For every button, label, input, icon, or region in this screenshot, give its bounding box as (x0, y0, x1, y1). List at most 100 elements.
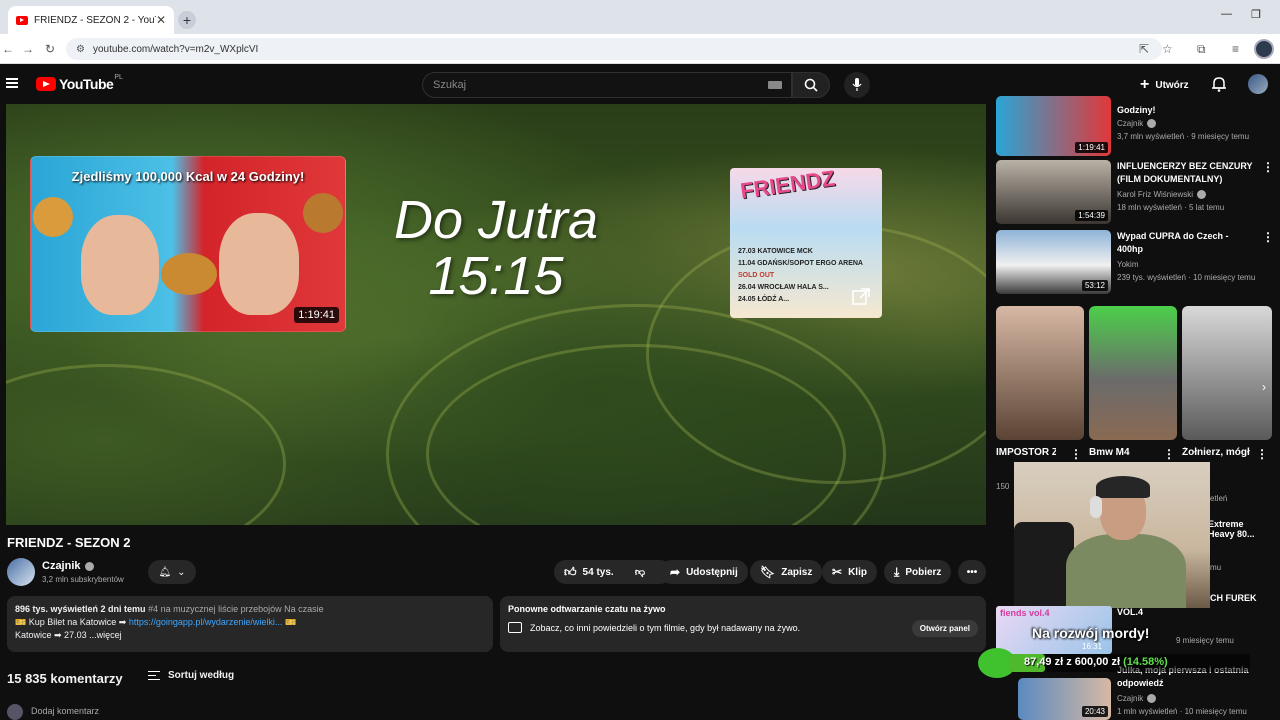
back-icon[interactable]: ← (2, 42, 14, 56)
burger-image (161, 253, 217, 295)
creator-face-image (219, 213, 299, 315)
chart-ranking[interactable]: #4 na muzycznej liście przebojów Na czas… (148, 604, 324, 614)
recommended-video[interactable]: 1:54:39 INFLUENCERZY BEZ CENZURY (FILM D… (996, 160, 1274, 224)
create-button[interactable]: + Utwórz (1140, 76, 1189, 94)
recommended-video[interactable]: 53:12 Wypad CUPRA do Czech - 400hp Yokim… (996, 230, 1274, 294)
countdown-line-1: Do Jutra (393, 190, 599, 250)
ticket-link[interactable]: https://goingapp.pl/wydarzenie/wielki... (129, 617, 283, 627)
more-vertical-icon[interactable]: ⋮ (1163, 447, 1175, 461)
url-field[interactable]: ⚙ youtube.com/watch?v=m2v_WXplcVI (66, 38, 1162, 60)
more-vertical-icon[interactable]: ⋮ (1070, 447, 1082, 461)
video-title: FRIENDZ - SEZON 2 (7, 535, 131, 550)
forward-icon[interactable]: → (22, 42, 34, 56)
voice-search-button[interactable] (844, 72, 870, 98)
youtube-logo[interactable]: YouTube PL (36, 73, 123, 92)
video-title: INFLUENCERZY BEZ CENZURY (FILM DOKUMENTA… (1117, 161, 1253, 184)
dislike-button[interactable]: 👎︎ (624, 560, 656, 584)
video-meta: 1 mln wyświetleń · 10 miesięcy temu (1117, 707, 1247, 716)
reading-list-icon[interactable]: ≡ (1232, 42, 1239, 56)
replay-text: Zobacz, co inni powiedzieli o tym filmie… (530, 622, 801, 633)
more-actions-button[interactable]: ••• (958, 560, 986, 584)
account-avatar[interactable] (1248, 74, 1268, 94)
download-button[interactable]: ⤓ Pobierz (884, 560, 952, 584)
plus-icon: + (1140, 76, 1150, 93)
restore-icon[interactable]: ❐ (1251, 8, 1261, 21)
poster-heading: FRIENDZ (738, 168, 837, 204)
channel-name-text: Czajnik (42, 560, 81, 572)
bookmark-star-icon[interactable]: ☆ (1162, 42, 1173, 56)
share-icon: ➦ (670, 565, 681, 579)
video-thumbnail: 1:54:39 (996, 160, 1111, 224)
headset-image (1090, 496, 1102, 518)
video-duration: 1:19:41 (1075, 142, 1108, 153)
more-vertical-icon[interactable]: ⋮ (1262, 160, 1274, 174)
short-meta: 150 (996, 482, 1010, 491)
verified-icon (84, 561, 94, 571)
save-button[interactable]: 🔖︎ Zapisz (750, 560, 823, 584)
channel-avatar[interactable] (7, 558, 35, 586)
video-duration: 53:12 (1081, 280, 1108, 291)
sort-comments-button[interactable]: Sortuj według (148, 670, 234, 681)
food-image (303, 193, 343, 233)
description-more[interactable]: Katowice ➡ 27.03 ...więcej (15, 629, 485, 642)
channel-name[interactable]: Czajnik (42, 560, 94, 572)
download-icon: ⤓ (894, 564, 900, 579)
short-thumbnail[interactable] (996, 306, 1084, 440)
gif-text: fiends vol.4 (1000, 608, 1050, 618)
install-icon[interactable]: ⇱ (1139, 42, 1149, 56)
like-count: 54 tys. (582, 566, 614, 578)
close-tab-icon[interactable]: ✕ (156, 13, 166, 27)
browser-profile-avatar[interactable] (1254, 39, 1274, 59)
donation-amount: 87,49 zł z 600,00 zł (14.58%) (1024, 656, 1168, 668)
endcard-video[interactable]: Zjedliśmy 100,000 Kcal w 24 Godziny! 1:1… (30, 156, 346, 332)
more-vertical-icon[interactable]: ⋮ (1262, 230, 1274, 244)
gif-time: 16:31 (1082, 642, 1103, 651)
notifications-button[interactable] (1212, 76, 1226, 97)
site-info-icon[interactable]: ⚙ (76, 44, 85, 55)
chevron-right-icon[interactable]: › (1262, 380, 1266, 394)
video-duration: 1:54:39 (1075, 210, 1108, 221)
partial-video-title: Extreme Heavy 80... (1208, 519, 1255, 539)
recommended-video[interactable]: 20:43 Julka, moja pierwsza i ostatnia od… (996, 664, 1272, 720)
browser-tab-title: FRIENDZ - SEZON 2 - YouTube (34, 14, 156, 26)
description-box[interactable]: 896 tys. wyświetleń 2 dni temu #4 na muz… (7, 596, 493, 652)
download-label: Pobierz (905, 566, 942, 578)
verified-icon (1147, 694, 1157, 703)
poster-row: 26.04 WROCŁAW HALA S... (738, 284, 829, 291)
donation-goal-title: Na rozwój mordy! (1032, 625, 1150, 641)
youtube-play-icon (36, 77, 56, 91)
endcard-video-duration: 1:19:41 (294, 307, 339, 323)
country-code: PL (114, 73, 123, 81)
more-vertical-icon[interactable]: ⋮ (1256, 447, 1268, 461)
verified-icon (1147, 119, 1157, 128)
subscription-bell-button[interactable]: 🔔︎ ⌄ (148, 560, 196, 584)
add-comment-input[interactable]: Dodaj komentarz (31, 706, 99, 716)
menu-icon[interactable] (6, 78, 18, 88)
browser-tab[interactable]: FRIENDZ - SEZON 2 - YouTube ✕ (8, 6, 174, 34)
browser-tab-bar: FRIENDZ - SEZON 2 - YouTube ✕ + — ❐ (0, 0, 1280, 34)
streamer-body-image (1066, 534, 1186, 608)
replay-title: Ponowne odtwarzanie czatu na żywo (508, 604, 666, 614)
extensions-icon[interactable]: ⧉ (1197, 42, 1206, 57)
clip-button[interactable]: ✂ Klip (822, 560, 877, 584)
scissors-icon: ✂ (832, 565, 843, 579)
recommended-video[interactable]: 1:19:41 Godziny! Czajnik 3,7 mln wyświet… (996, 96, 1272, 164)
external-link-icon[interactable] (852, 288, 874, 310)
user-avatar (7, 704, 23, 720)
open-panel-button[interactable]: Otwórz panel (911, 620, 978, 637)
share-button[interactable]: ➦ Udostępnij (660, 560, 748, 584)
search-button[interactable] (792, 72, 830, 98)
thumbs-down-icon: 👎︎ (634, 567, 646, 578)
video-player[interactable]: Zjedliśmy 100,000 Kcal w 24 Godziny! 1:1… (6, 104, 986, 525)
reload-icon[interactable]: ↻ (45, 42, 55, 56)
search-input[interactable]: Szukaj (422, 72, 792, 98)
new-tab-button[interactable]: + (178, 11, 196, 29)
microphone-icon (852, 78, 862, 91)
poster-row: 27.03 KATOWICE MCK (738, 248, 813, 255)
minimize-icon[interactable]: — (1221, 8, 1232, 20)
chat-icon (508, 622, 522, 633)
channel-name-text: Yokim (1117, 260, 1139, 269)
short-thumbnail[interactable] (1089, 306, 1177, 440)
short-thumbnail[interactable] (1182, 306, 1272, 440)
keyboard-icon[interactable] (768, 81, 782, 89)
